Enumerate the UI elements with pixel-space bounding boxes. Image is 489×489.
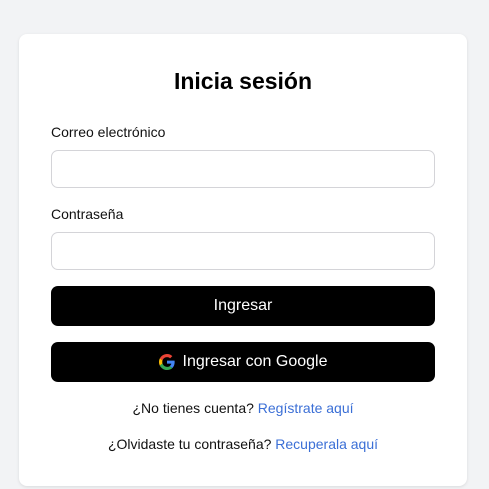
signup-prompt: ¿No tienes cuenta? <box>132 400 254 416</box>
signup-row: ¿No tienes cuenta? Regístrate aquí <box>19 400 467 416</box>
password-label: Contraseña <box>51 206 124 222</box>
login-card: Inicia sesión Correo electrónico Contras… <box>19 34 467 486</box>
recover-row: ¿Olvidaste tu contraseña? Recuperala aqu… <box>19 436 467 452</box>
signup-link[interactable]: Regístrate aquí <box>258 400 354 416</box>
recover-prompt: ¿Olvidaste tu contraseña? <box>107 436 272 452</box>
login-button-label: Ingresar <box>213 297 273 314</box>
email-label: Correo electrónico <box>51 124 166 140</box>
password-field[interactable] <box>51 232 435 270</box>
google-g-icon <box>158 354 175 370</box>
google-button-label: Ingresar con Google <box>182 353 328 370</box>
page-title: Inicia sesión <box>173 68 313 94</box>
google-login-button[interactable]: Ingresar con Google <box>51 342 435 382</box>
recover-password-link[interactable]: Recuperala aquí <box>275 436 378 452</box>
login-button[interactable]: Ingresar <box>51 286 435 326</box>
email-field[interactable] <box>51 150 435 188</box>
